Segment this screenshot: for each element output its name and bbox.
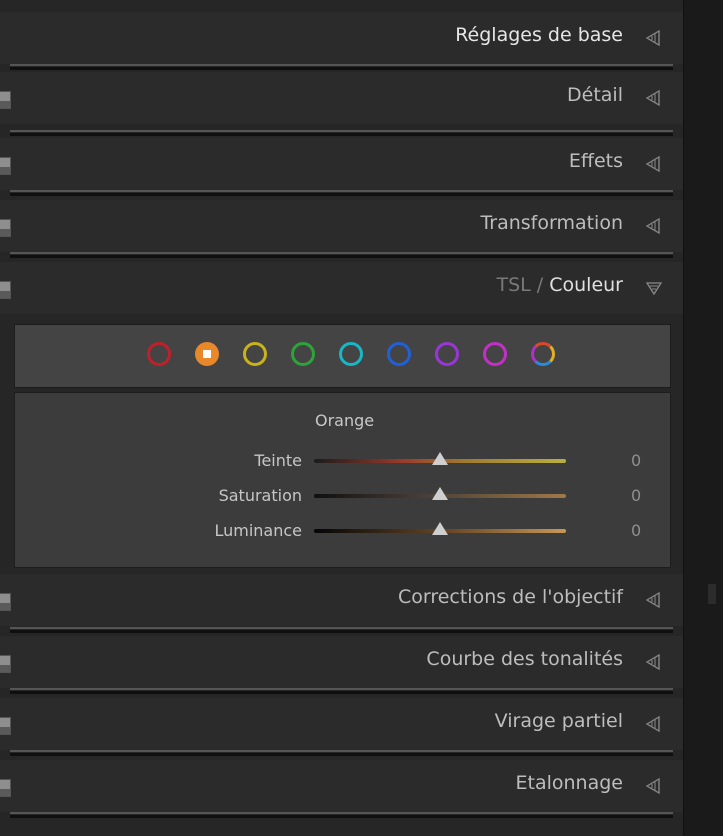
section-title-calibration: Etalonnage xyxy=(515,772,623,794)
swatch-blue[interactable] xyxy=(387,342,411,366)
hue-value[interactable]: 0 xyxy=(631,451,641,470)
section-header-tone-curve[interactable]: Courbe des tonalités xyxy=(0,636,683,688)
color-adjustment-panel: Orange Teinte 0 Saturation 0 Luminance 0 xyxy=(14,392,671,568)
saturation-value[interactable]: 0 xyxy=(631,486,641,505)
luminance-slider-thumb[interactable] xyxy=(432,522,448,535)
swatch-red[interactable] xyxy=(147,342,171,366)
collapse-arrow-icon[interactable] xyxy=(643,652,665,672)
right-panel-edge xyxy=(683,0,723,836)
section-toggle-switch[interactable] xyxy=(0,157,11,175)
section-header-detail[interactable]: Détail xyxy=(0,72,683,124)
collapse-arrow-icon[interactable] xyxy=(643,28,665,48)
swatch-aqua[interactable] xyxy=(339,342,363,366)
collapse-arrow-icon[interactable] xyxy=(643,590,665,610)
section-toggle-switch[interactable] xyxy=(0,91,11,109)
swatch-green[interactable] xyxy=(291,342,315,366)
saturation-label: Saturation xyxy=(218,486,302,505)
section-toggle-switch[interactable] xyxy=(0,779,11,797)
section-title-hsl: TSL / Couleur xyxy=(496,274,623,296)
collapse-arrow-icon[interactable] xyxy=(643,216,665,236)
section-header-calibration[interactable]: Etalonnage xyxy=(0,760,683,812)
tab-color[interactable]: Couleur xyxy=(549,274,623,296)
tab-separator: / xyxy=(536,274,544,296)
hue-slider-thumb[interactable] xyxy=(432,452,448,465)
section-title-transform: Transformation xyxy=(480,212,623,234)
section-title-split-toning: Virage partiel xyxy=(494,710,623,732)
section-toggle-switch[interactable] xyxy=(0,219,11,237)
collapse-arrow-icon[interactable] xyxy=(643,776,665,796)
section-title-tone-curve: Courbe des tonalités xyxy=(426,648,623,670)
tab-hsl[interactable]: TSL xyxy=(496,274,530,296)
section-header-lens[interactable]: Corrections de l'objectif xyxy=(0,574,683,626)
section-header-effects[interactable]: Effets xyxy=(0,138,683,190)
collapse-arrow-icon[interactable] xyxy=(643,714,665,734)
saturation-slider-thumb[interactable] xyxy=(432,487,448,500)
section-title-basic: Réglages de base xyxy=(455,24,623,46)
section-header-transform[interactable]: Transformation xyxy=(0,200,683,252)
section-toggle-switch[interactable] xyxy=(0,717,11,735)
section-title-detail: Détail xyxy=(567,84,623,106)
section-header-hsl-color[interactable]: TSL / Couleur xyxy=(0,262,683,314)
expand-arrow-icon[interactable] xyxy=(643,278,665,298)
luminance-value[interactable]: 0 xyxy=(631,521,641,540)
selected-color-label: Orange xyxy=(315,411,375,430)
swatch-purple[interactable] xyxy=(435,342,459,366)
section-toggle-switch[interactable] xyxy=(0,281,11,299)
section-title-lens: Corrections de l'objectif xyxy=(397,586,623,608)
luminance-label: Luminance xyxy=(214,521,302,540)
section-header-split-toning[interactable]: Virage partiel xyxy=(0,698,683,750)
section-header-basic[interactable]: Réglages de base xyxy=(0,12,683,64)
collapse-arrow-icon[interactable] xyxy=(643,154,665,174)
hue-label: Teinte xyxy=(254,451,302,470)
develop-right-panel: Réglages de base Détail Effets Transform… xyxy=(0,0,683,836)
collapse-arrow-icon[interactable] xyxy=(643,88,665,108)
swatch-all-colors[interactable] xyxy=(531,342,555,366)
swatch-magenta[interactable] xyxy=(483,342,507,366)
color-swatch-row xyxy=(14,324,671,388)
section-toggle-switch[interactable] xyxy=(0,593,11,611)
section-toggle-switch[interactable] xyxy=(0,655,11,673)
swatch-orange[interactable] xyxy=(195,342,219,366)
swatch-yellow[interactable] xyxy=(243,342,267,366)
panel-collapse-handle[interactable] xyxy=(708,584,716,604)
section-title-effects: Effets xyxy=(568,150,623,172)
